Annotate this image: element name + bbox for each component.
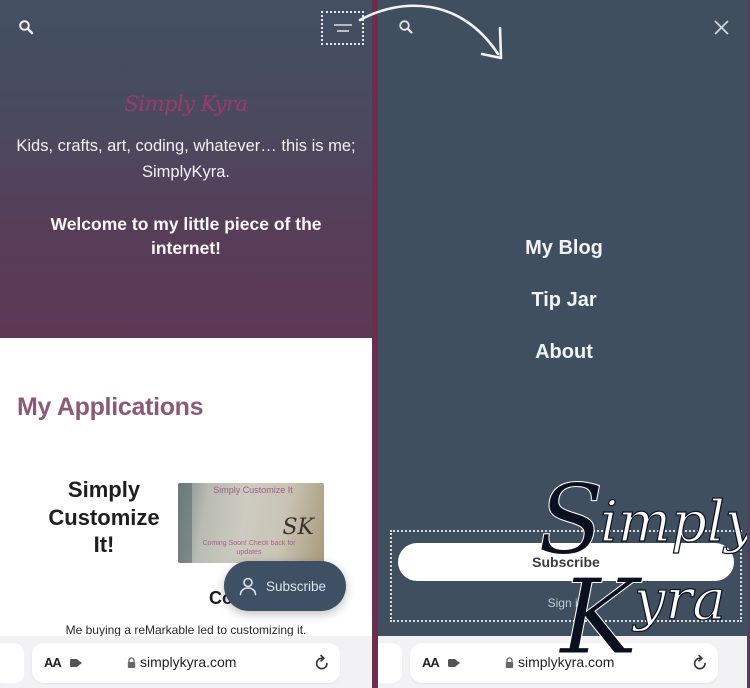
- image-monogram: SK: [282, 515, 314, 540]
- previous-tab-stub[interactable]: [378, 643, 402, 683]
- my-applications-heading: My Applications: [17, 393, 204, 421]
- browser-bottom-bar: AA simplykyra.com: [0, 636, 372, 688]
- welcome-message: Welcome to my little piece of the intern…: [50, 214, 322, 258]
- reload-icon[interactable]: [314, 654, 330, 671]
- floating-subscribe-button[interactable]: Subscribe: [224, 561, 346, 611]
- extensions-icon[interactable]: [69, 656, 83, 668]
- menu-item-my-blog[interactable]: My Blog: [378, 222, 750, 274]
- menu-item-tip-jar[interactable]: Tip Jar: [378, 274, 750, 326]
- navigation-menu: My Blog Tip Jar About: [378, 222, 750, 378]
- right-screen-menu-open: My Blog Tip Jar About Subscribe Sign in …: [378, 0, 750, 688]
- address-bar[interactable]: AA simplykyra.com: [32, 643, 340, 683]
- close-icon[interactable]: [713, 19, 730, 36]
- image-caption: Simply Customize It: [213, 485, 293, 495]
- browser-bottom-bar: AA simplykyra.com: [378, 636, 750, 688]
- subscribe-highlight-box: Subscribe Sign in: [390, 530, 742, 622]
- app-thumbnail-image[interactable]: Simply Customize It Coming Soon! Check b…: [178, 483, 324, 563]
- reload-icon[interactable]: [692, 654, 708, 671]
- app-title[interactable]: Simply Customize It!: [36, 476, 172, 559]
- hamburger-menu-button[interactable]: [321, 11, 364, 45]
- text-size-button[interactable]: AA: [422, 655, 440, 670]
- floating-subscribe-label: Subscribe: [266, 578, 327, 594]
- app-description: Me buying a reMarkable led to customizin…: [65, 623, 307, 637]
- search-icon[interactable]: [398, 19, 414, 35]
- image-subcaption: Coming Soon! Check back for updates: [202, 540, 296, 556]
- left-screen-homepage: Simply Kyra Kids, crafts, art, coding, w…: [0, 0, 372, 688]
- hero-section: Simply Kyra Kids, crafts, art, coding, w…: [0, 0, 372, 338]
- site-logo[interactable]: Simply Kyra: [0, 92, 372, 116]
- text-size-button[interactable]: AA: [44, 655, 62, 670]
- hamburger-menu-icon: [332, 21, 354, 35]
- image-shade: [178, 483, 192, 563]
- address-bar[interactable]: AA simplykyra.com: [410, 643, 718, 683]
- extensions-icon[interactable]: [447, 656, 461, 668]
- person-icon: [238, 576, 258, 596]
- url-text[interactable]: simplykyra.com: [140, 654, 236, 670]
- sign-in-link[interactable]: Sign in: [392, 596, 740, 610]
- menu-item-about[interactable]: About: [378, 326, 750, 378]
- url-text[interactable]: simplykyra.com: [518, 654, 614, 670]
- search-icon[interactable]: [18, 19, 34, 35]
- previous-tab-stub[interactable]: [0, 643, 24, 683]
- subscribe-button[interactable]: Subscribe: [398, 543, 734, 581]
- lock-icon: [127, 656, 136, 668]
- site-tagline: Kids, crafts, art, coding, whatever… thi…: [16, 137, 356, 181]
- lock-icon: [505, 656, 514, 668]
